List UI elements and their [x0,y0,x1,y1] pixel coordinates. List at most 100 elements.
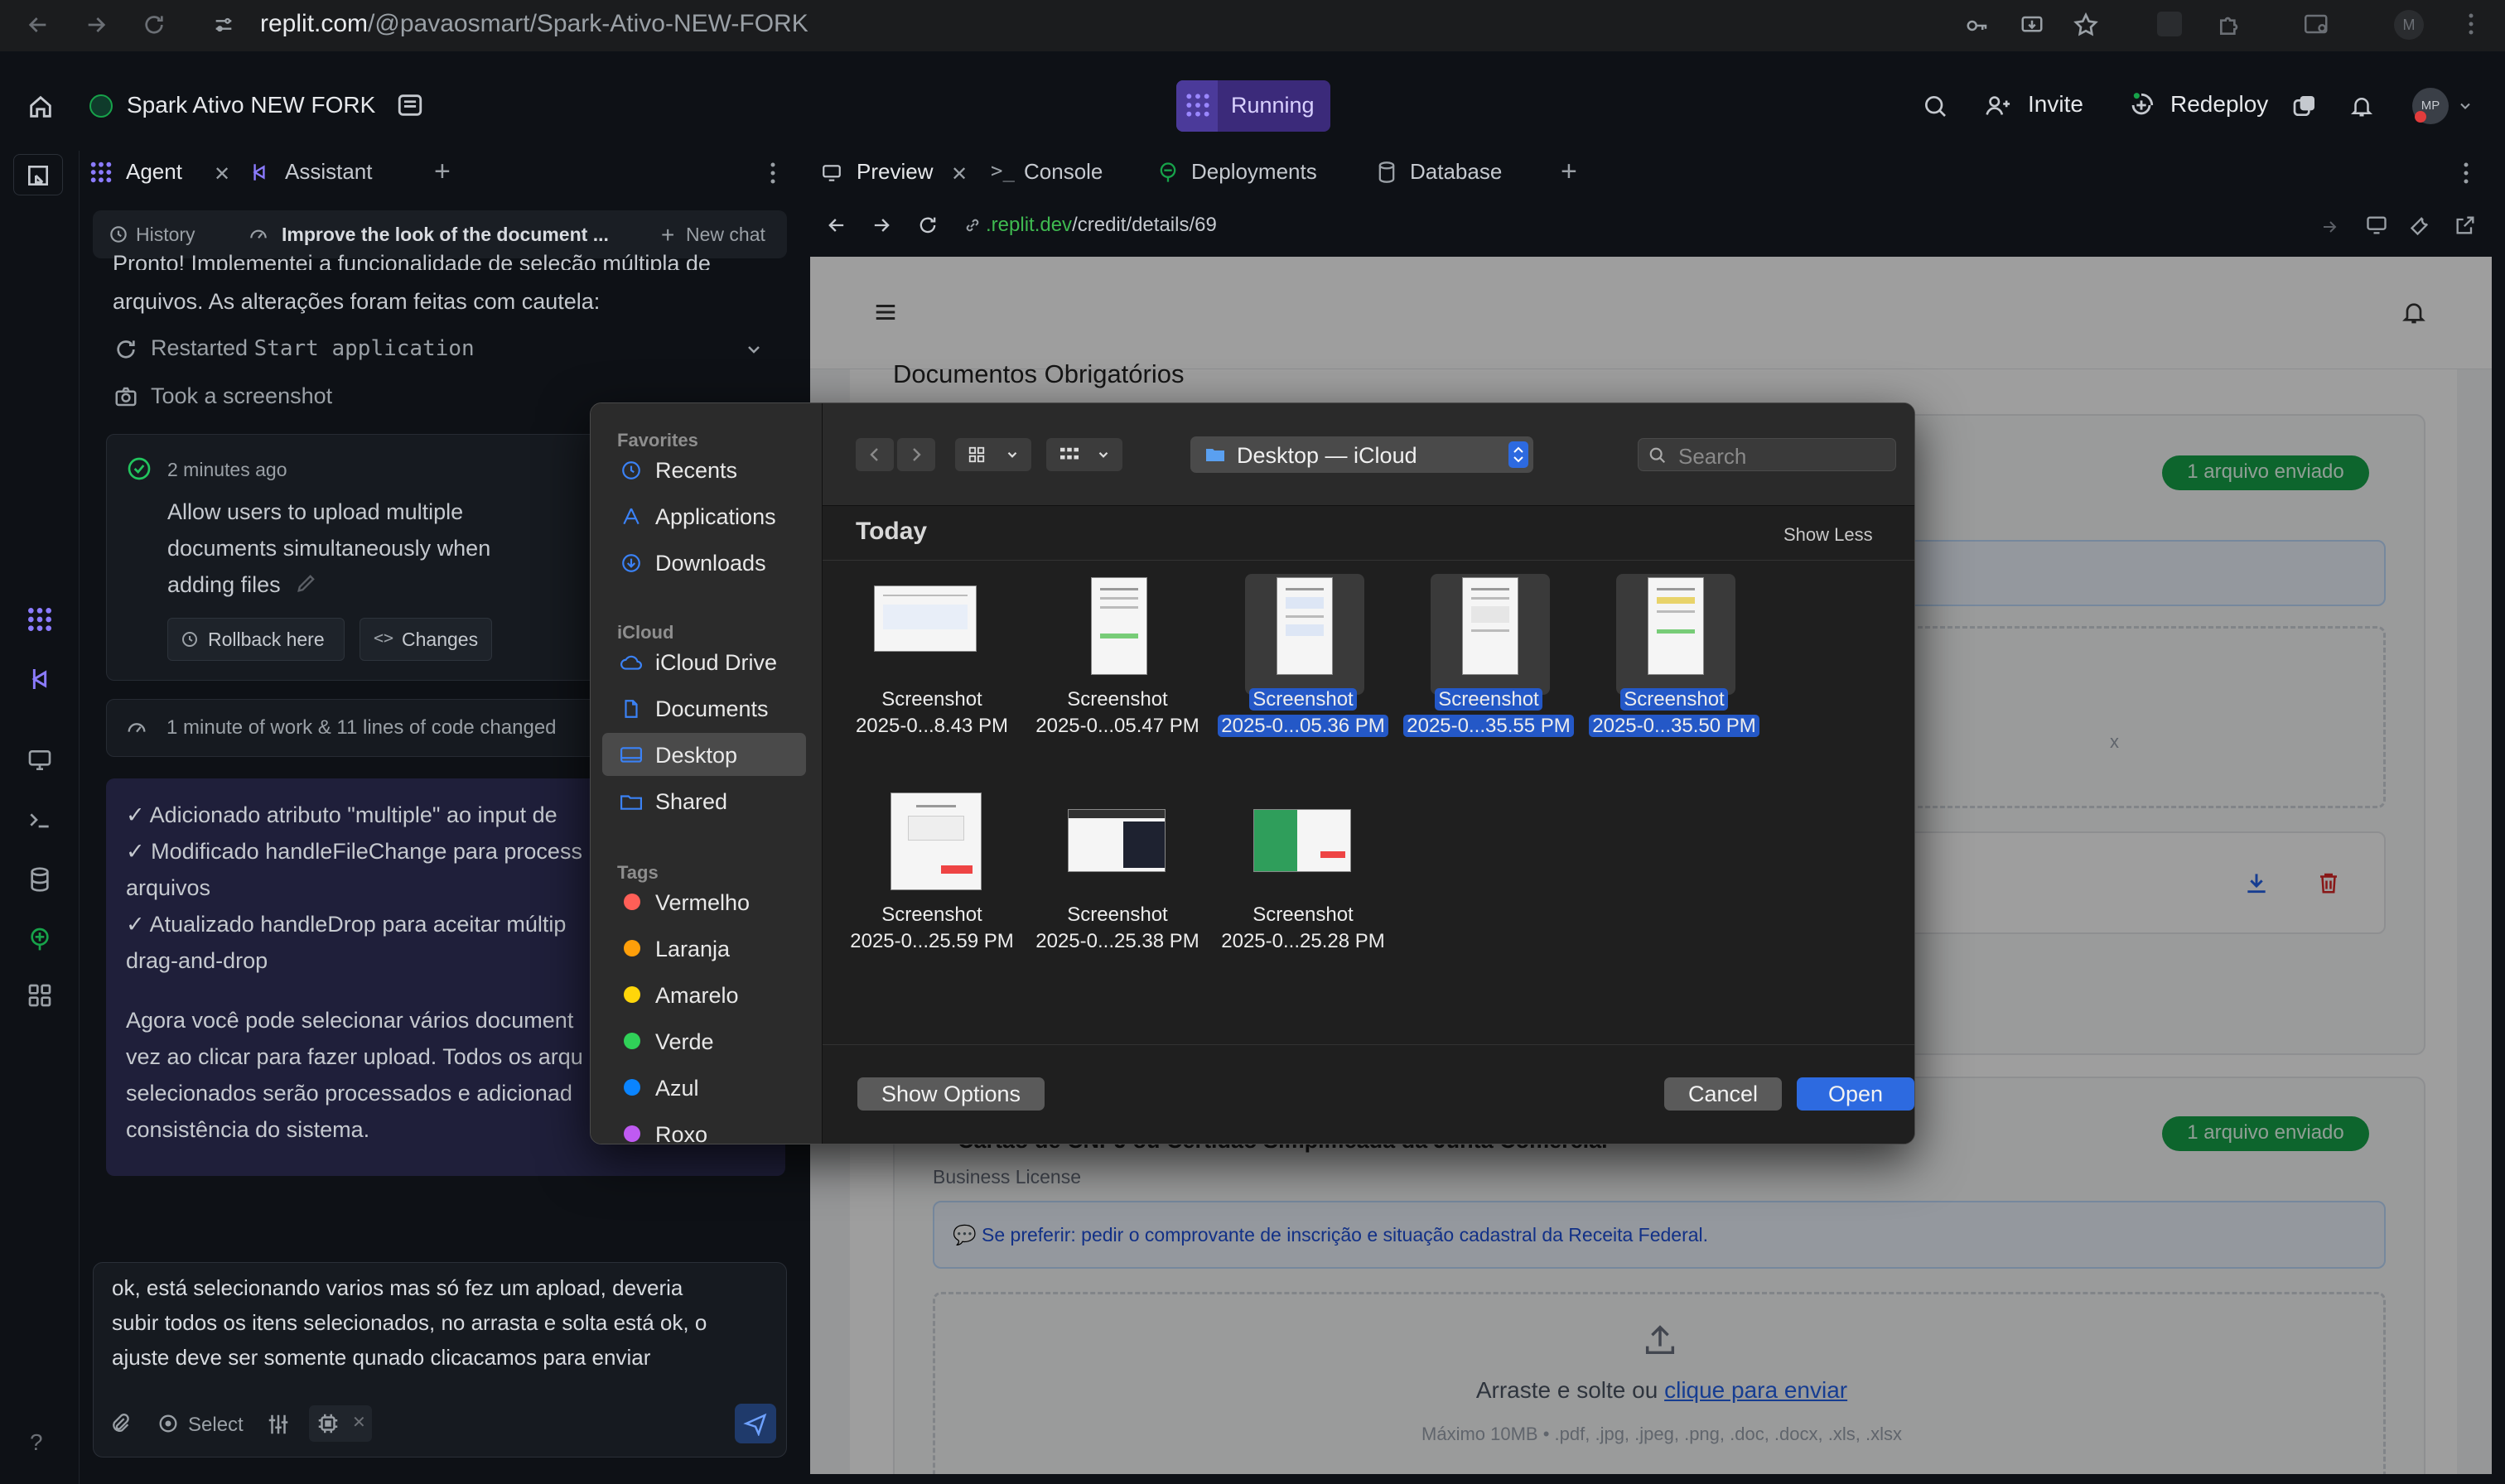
back-arrow-icon[interactable] [25,12,51,38]
file-item-2[interactable]: Screenshot 2025-0...05.47 PM [1025,577,1210,768]
send-button[interactable] [735,1404,776,1443]
console-icon[interactable] [27,807,53,833]
file-item-6[interactable]: Screenshot 2025-0...25.59 PM [839,793,1025,983]
file-name-line2: 2025-0...35.50 PM [1581,713,1767,740]
toggle-sidebar-button[interactable] [13,154,63,195]
file-thumbnail [1648,577,1704,675]
home-icon[interactable] [27,93,55,121]
device-monitor-icon[interactable] [2364,214,2389,237]
preview-panel-menu-icon[interactable] [2462,161,2470,186]
agent-icon[interactable] [27,606,53,633]
chip-attachment[interactable]: ✕ [309,1405,372,1442]
work-summary-text: 1 minute of work & 11 lines of code chan… [167,716,557,739]
go-arrow-icon[interactable] [2319,217,2339,237]
attach-paperclip-icon[interactable] [109,1412,132,1435]
sidebar-tag-blue[interactable]: Azul [602,1066,806,1109]
sidebar-item-documents[interactable]: Documents [602,687,806,730]
search-icon[interactable] [1922,93,1948,119]
rollback-button[interactable]: Rollback here [167,618,345,661]
key-icon[interactable] [1965,13,1990,38]
project-info-icon[interactable] [396,91,424,119]
forward-arrow-icon[interactable] [83,12,109,38]
open-external-icon[interactable] [2454,214,2477,237]
sidebar-tag-orange[interactable]: Laranja [602,927,806,970]
sidebar-item-label: Laranja [655,937,731,961]
group-by-button[interactable] [1046,438,1122,471]
agent-panel-menu-icon[interactable] [769,161,777,186]
sidebar-item-downloads[interactable]: Downloads [602,541,806,584]
sidebar-tag-purple[interactable]: Roxo [602,1112,806,1144]
reload-icon[interactable] [141,12,167,38]
multiplayer-icon[interactable] [2291,93,2318,119]
nav-back-button[interactable] [856,438,894,471]
file-item-1[interactable]: Screenshot 2025-0...8.43 PM [839,577,1025,768]
help-icon[interactable]: ? [30,1429,43,1456]
sidebar-tag-red[interactable]: Vermelho [602,880,806,923]
message-composer[interactable]: ok, está selecionando varios mas só fez … [93,1262,787,1458]
extension-icon[interactable] [2157,12,2182,36]
remove-chip-icon[interactable]: ✕ [352,1412,366,1433]
settings-sliders-icon[interactable] [266,1412,291,1437]
changes-button[interactable]: <> Changes [360,618,492,661]
sidebar-item-desktop[interactable]: Desktop [602,733,806,776]
menu-kebab-icon[interactable] [2467,12,2475,36]
address-bar[interactable]: replit.com/@pavaosmart/Spark-Ativo-NEW-F… [260,10,808,38]
devtools-wrench-icon[interactable] [2409,214,2432,237]
show-less-button[interactable]: Show Less [1783,524,1873,546]
sidebar-tag-yellow[interactable]: Amarelo [602,973,806,1016]
show-options-button[interactable]: Show Options [857,1077,1045,1111]
new-pane-plus-icon[interactable]: + [1561,156,1577,188]
search-field[interactable]: Search [1638,438,1896,471]
restart-icon [117,340,135,359]
sidebar-item-icloud-drive[interactable]: iCloud Drive [602,640,806,683]
sidebar-item-label: Roxo [655,1122,708,1144]
file-item-4[interactable]: Screenshot 2025-0...35.55 PM [1396,574,1581,768]
sidebar-tag-green[interactable]: Verde [602,1019,806,1062]
file-item-3[interactable]: Screenshot 2025-0...05.36 PM [1210,574,1396,768]
sidebar-item-label: Amarelo [655,983,739,1008]
database-icon[interactable] [27,866,53,893]
open-button[interactable]: Open [1797,1077,1914,1111]
summary-line5: drag-and-drop [126,948,268,973]
cancel-button[interactable]: Cancel [1664,1077,1782,1111]
assistant-icon[interactable] [27,666,53,692]
close-preview-tab-icon[interactable]: ✕ [951,162,968,186]
new-tab-plus-icon[interactable]: + [434,156,451,188]
sidebar-item-applications[interactable]: Applications [602,494,806,537]
location-dropdown[interactable]: Desktop — iCloud [1190,436,1533,473]
preview-forward-icon[interactable] [870,214,893,237]
site-settings-icon[interactable] [212,13,235,36]
sidebar-item-recents[interactable]: Recents [602,448,806,491]
bookmark-star-icon[interactable] [2073,12,2099,38]
all-tools-grid-icon[interactable] [27,982,53,1009]
notifications-bell-icon[interactable] [2349,93,2374,119]
puzzle-extensions-icon[interactable] [2217,12,2243,38]
project-name[interactable]: Spark Ativo NEW FORK [127,92,375,118]
rollback-icon [182,632,197,647]
chevron-down-icon[interactable] [2457,98,2474,114]
screenshot-label: Took a screenshot [151,383,333,408]
console-tab-icon: >_ [991,159,1015,182]
file-name-line1: Screenshot [881,688,982,711]
file-item-7[interactable]: Screenshot 2025-0...25.38 PM [1025,793,1210,983]
close-agent-tab-icon[interactable]: ✕ [214,162,230,186]
tab-assistant-label: Assistant [285,159,373,184]
deployments-icon[interactable] [27,926,53,952]
preview-monitor-icon[interactable] [27,747,53,773]
file-item-5[interactable]: Screenshot 2025-0...35.50 PM [1581,574,1767,768]
preview-reload-icon[interactable] [916,214,939,237]
preview-url[interactable]: .replit.dev/credit/details/69 [986,214,1217,237]
chat-title-label: Improve the look of the document ... [282,224,609,245]
install-app-icon[interactable] [2020,13,2044,38]
send-icon [743,1413,767,1436]
edit-pencil-icon[interactable] [295,571,318,595]
profile-avatar[interactable]: M [2394,10,2424,40]
window-search-icon[interactable] [2303,12,2331,36]
run-status-button[interactable]: Running [1176,80,1330,132]
preview-back-icon[interactable] [825,214,848,237]
nav-forward-button[interactable] [897,438,935,471]
file-item-8[interactable]: Screenshot 2025-0...25.28 PM [1210,793,1396,983]
view-mode-button[interactable] [955,438,1031,471]
expand-chevron-icon[interactable] [744,340,764,359]
sidebar-item-shared[interactable]: Shared [602,779,806,822]
